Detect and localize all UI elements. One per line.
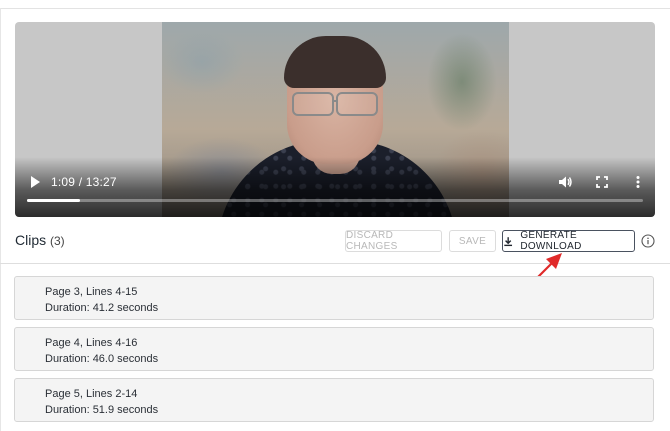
discard-changes-label: DISCARD CHANGES — [346, 230, 398, 252]
top-divider — [0, 8, 670, 9]
section-divider — [0, 263, 670, 264]
left-border — [0, 8, 1, 431]
clip-title: Page 4, Lines 4-16 — [45, 337, 138, 349]
play-icon[interactable] — [27, 174, 43, 190]
video-player[interactable]: 1:09 / 13:27 — [15, 22, 655, 217]
clip-item[interactable]: Page 3, Lines 4-15 Duration: 41.2 second… — [14, 276, 654, 320]
seek-bar-progress — [27, 199, 80, 202]
clip-duration: Duration: 51.9 seconds — [45, 404, 159, 416]
save-button[interactable]: SAVE — [449, 230, 496, 252]
discard-changes-button[interactable]: DISCARD CHANGES — [345, 230, 442, 252]
seek-bar[interactable] — [27, 199, 643, 202]
fullscreen-icon[interactable] — [594, 174, 610, 190]
clip-duration: Duration: 41.2 seconds — [45, 302, 159, 314]
clips-heading: Clips (3) — [15, 232, 65, 248]
clips-title: Clips — [15, 232, 47, 248]
video-subject-hair — [284, 36, 386, 88]
info-icon[interactable] — [641, 234, 655, 248]
video-subject-glasses — [288, 92, 382, 116]
download-icon — [504, 236, 513, 246]
clip-duration: Duration: 46.0 seconds — [45, 353, 159, 365]
clip-title: Page 3, Lines 4-15 — [45, 286, 138, 298]
save-label: SAVE — [458, 235, 487, 247]
clip-item[interactable]: Page 4, Lines 4-16 Duration: 46.0 second… — [14, 327, 654, 371]
time-display: 1:09 / 13:27 — [51, 175, 117, 189]
clips-count: (3) — [50, 234, 65, 248]
clip-title: Page 5, Lines 2-14 — [45, 388, 138, 400]
more-vert-icon[interactable] — [630, 174, 646, 190]
clip-item[interactable]: Page 5, Lines 2-14 Duration: 51.9 second… — [14, 378, 654, 422]
volume-icon[interactable] — [557, 174, 573, 190]
page: 1:09 / 13:27 Clips (3) DISCARD CHANGES S… — [0, 0, 670, 431]
